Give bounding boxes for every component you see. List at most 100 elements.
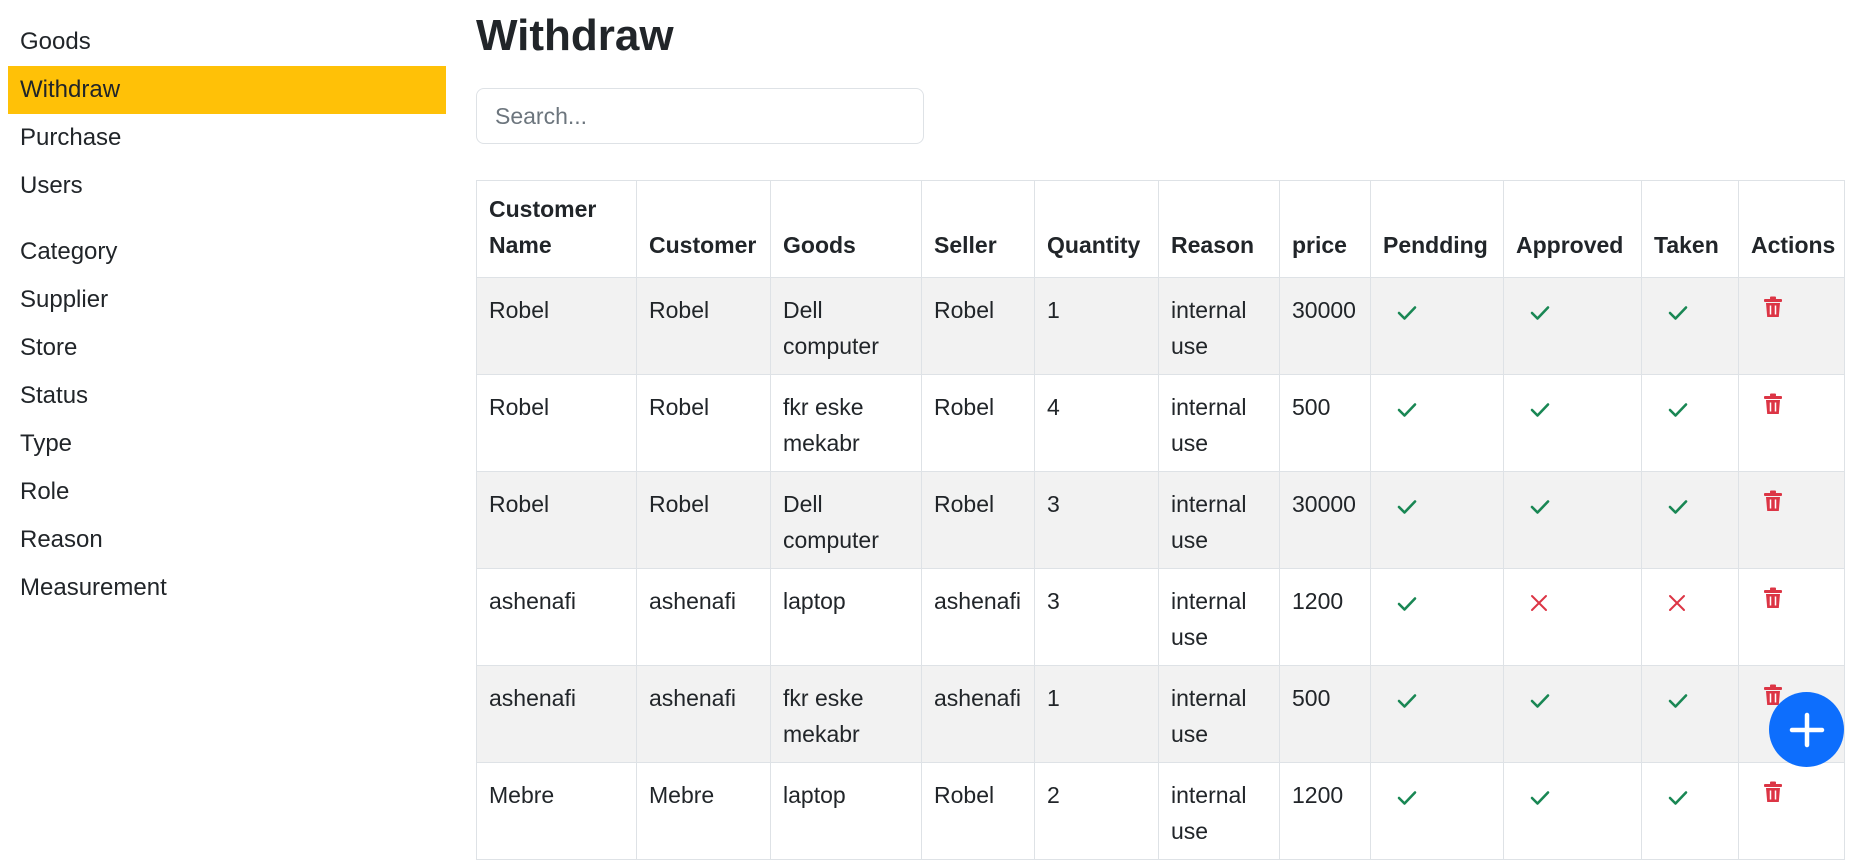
- cell-price: 30000: [1279, 277, 1371, 375]
- check-icon: [1516, 393, 1550, 429]
- cell-goods: laptop: [770, 762, 922, 860]
- cell-approved: [1503, 374, 1642, 472]
- sidebar-item-supplier[interactable]: Supplier: [8, 276, 446, 324]
- cell-goods: fkr eske mekabr: [770, 665, 922, 763]
- cell-taken: [1641, 374, 1739, 472]
- cell-price: 500: [1279, 665, 1371, 763]
- cell-pending: [1370, 665, 1504, 763]
- check-icon: [1654, 781, 1688, 817]
- cell-approved: [1503, 665, 1642, 763]
- check-icon: [1383, 587, 1417, 623]
- table-row[interactable]: Robel Robel fkr eske mekabr Robel 4 internal …: [476, 374, 1845, 472]
- cell-customer-name: ashenafi: [476, 665, 637, 763]
- cell-goods: laptop: [770, 568, 922, 666]
- cell-seller: ashenafi: [921, 665, 1035, 763]
- cell-pending: [1370, 277, 1504, 375]
- cross-icon: [1516, 587, 1548, 623]
- cross-icon: [1654, 587, 1686, 623]
- header-pending[interactable]: Pendding: [1370, 180, 1504, 278]
- check-icon: [1654, 684, 1688, 720]
- cell-actions: [1738, 568, 1845, 666]
- trash-icon[interactable]: [1751, 393, 1783, 420]
- cell-actions: [1738, 277, 1845, 375]
- sidebar-item-measurement[interactable]: Measurement: [8, 564, 446, 612]
- sidebar: Goods Withdraw Purchase Users Category S…: [8, 18, 446, 612]
- cell-goods: Dell computer: [770, 471, 922, 569]
- cell-reason: internal use: [1158, 762, 1280, 860]
- withdraw-table: Customer Name Customer Goods Seller Quan…: [476, 180, 1845, 860]
- cell-actions: [1738, 762, 1845, 860]
- plus-icon: [1789, 712, 1824, 747]
- cell-seller: Robel: [921, 471, 1035, 569]
- cell-pending: [1370, 568, 1504, 666]
- table-row[interactable]: Robel Robel Dell computer Robel 1 internal us…: [476, 277, 1845, 375]
- cell-customer-name: Robel: [476, 374, 637, 472]
- trash-icon[interactable]: [1751, 587, 1783, 614]
- cell-customer: ashenafi: [636, 665, 771, 763]
- cell-taken: [1641, 762, 1739, 860]
- cell-reason: internal use: [1158, 471, 1280, 569]
- sidebar-item-store[interactable]: Store: [8, 324, 446, 372]
- cell-approved: [1503, 471, 1642, 569]
- cell-price: 500: [1279, 374, 1371, 472]
- cell-goods: fkr eske mekabr: [770, 374, 922, 472]
- table-row[interactable]: ashenafi ashenafi fkr eske mekabr ashenafi 1…: [476, 665, 1845, 763]
- sidebar-item-category[interactable]: Category: [8, 228, 446, 276]
- add-withdraw-button[interactable]: [1769, 692, 1844, 767]
- trash-icon[interactable]: [1751, 490, 1783, 517]
- cell-approved: [1503, 277, 1642, 375]
- cell-quantity: 3: [1034, 568, 1159, 666]
- check-icon: [1516, 490, 1550, 526]
- table-row[interactable]: Mebre Mebre laptop Robel 2 internal use 1200: [476, 762, 1845, 860]
- header-seller[interactable]: Seller: [921, 180, 1035, 278]
- cell-seller: Robel: [921, 762, 1035, 860]
- trash-icon[interactable]: [1751, 781, 1783, 808]
- sidebar-item-goods[interactable]: Goods: [8, 18, 446, 66]
- sidebar-item-role[interactable]: Role: [8, 468, 446, 516]
- header-approved[interactable]: Approved: [1503, 180, 1642, 278]
- cell-price: 30000: [1279, 471, 1371, 569]
- header-reason[interactable]: Reason: [1158, 180, 1280, 278]
- header-goods[interactable]: Goods: [770, 180, 922, 278]
- table-body: Robel Robel Dell computer Robel 1 internal us…: [476, 277, 1845, 860]
- sidebar-item-users[interactable]: Users: [8, 162, 446, 210]
- check-icon: [1383, 393, 1417, 429]
- trash-icon[interactable]: [1751, 296, 1783, 323]
- cell-customer-name: Mebre: [476, 762, 637, 860]
- cell-price: 1200: [1279, 568, 1371, 666]
- check-icon: [1383, 781, 1417, 817]
- sidebar-item-withdraw[interactable]: Withdraw: [8, 66, 446, 114]
- check-icon: [1654, 393, 1688, 429]
- sidebar-item-status[interactable]: Status: [8, 372, 446, 420]
- cell-customer-name: Robel: [476, 471, 637, 569]
- cell-customer-name: ashenafi: [476, 568, 637, 666]
- cell-reason: internal use: [1158, 568, 1280, 666]
- header-customer[interactable]: Customer: [636, 180, 771, 278]
- cell-price: 1200: [1279, 762, 1371, 860]
- cell-approved: [1503, 568, 1642, 666]
- cell-seller: ashenafi: [921, 568, 1035, 666]
- cell-reason: internal use: [1158, 374, 1280, 472]
- table-header-row: Customer Name Customer Goods Seller Quan…: [476, 180, 1845, 278]
- check-icon: [1654, 490, 1688, 526]
- cell-actions: [1738, 471, 1845, 569]
- sidebar-divider: [8, 210, 446, 228]
- cell-quantity: 2: [1034, 762, 1159, 860]
- check-icon: [1383, 684, 1417, 720]
- sidebar-item-reason[interactable]: Reason: [8, 516, 446, 564]
- page-title: Withdraw: [476, 11, 674, 60]
- table-row[interactable]: Robel Robel Dell computer Robel 3 internal us…: [476, 471, 1845, 569]
- cell-actions: [1738, 374, 1845, 472]
- header-quantity[interactable]: Quantity: [1034, 180, 1159, 278]
- sidebar-item-purchase[interactable]: Purchase: [8, 114, 446, 162]
- check-icon: [1383, 490, 1417, 526]
- sidebar-item-type[interactable]: Type: [8, 420, 446, 468]
- check-icon: [1516, 296, 1550, 332]
- header-taken[interactable]: Taken: [1641, 180, 1739, 278]
- header-actions: Actions: [1738, 180, 1845, 278]
- table-row[interactable]: ashenafi ashenafi laptop ashenafi 3 internal …: [476, 568, 1845, 666]
- cell-customer: ashenafi: [636, 568, 771, 666]
- header-price[interactable]: price: [1279, 180, 1371, 278]
- header-customer-name[interactable]: Customer Name: [476, 180, 637, 278]
- search-input[interactable]: [476, 88, 924, 144]
